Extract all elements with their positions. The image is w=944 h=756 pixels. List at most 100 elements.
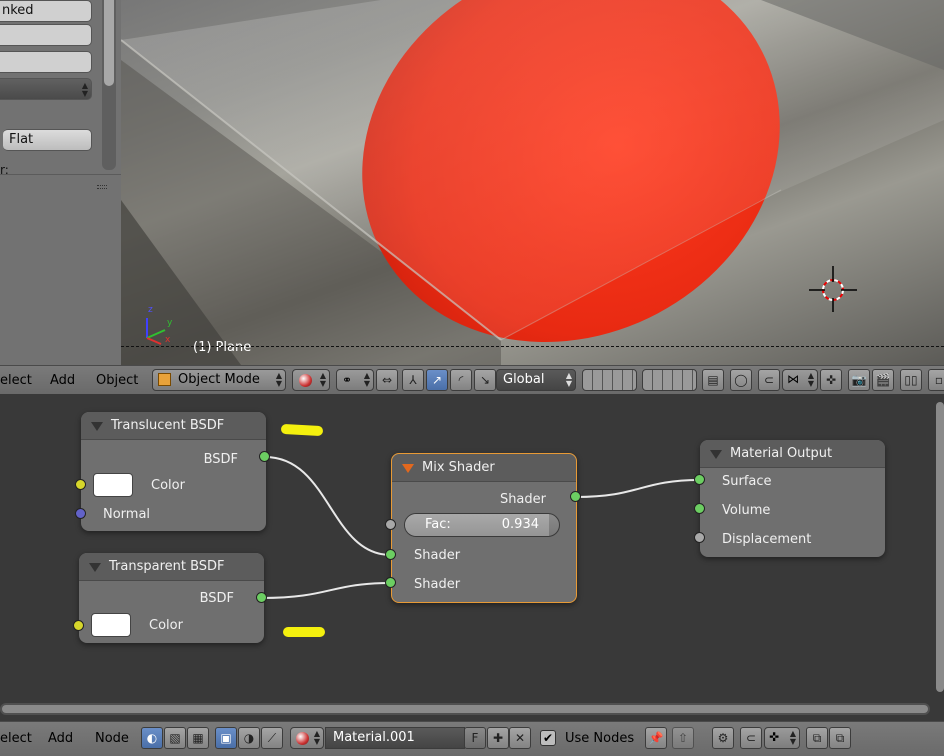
mode-selector[interactable]: Object Mode ▲ ▼ bbox=[152, 369, 286, 391]
input-socket-color[interactable] bbox=[75, 479, 86, 490]
material-sphere-icon bbox=[296, 732, 309, 745]
updown-icon: ▲ ▼ bbox=[565, 371, 572, 388]
input-socket-shader-1[interactable] bbox=[385, 549, 396, 560]
properties-field-3[interactable] bbox=[0, 51, 92, 73]
unlink-material-icon[interactable]: ✕ bbox=[509, 727, 531, 749]
node-header[interactable]: Translucent BSDF bbox=[81, 412, 266, 440]
menu-add[interactable]: Add bbox=[48, 731, 73, 746]
properties-dropdown[interactable]: ▲ ▼ bbox=[0, 78, 92, 100]
rotate-manipulator-icon[interactable]: ◜ bbox=[450, 369, 472, 391]
highlight-mark bbox=[283, 627, 325, 637]
proportional-edit-icon[interactable]: ◯ bbox=[730, 369, 752, 391]
pivot-point-selector[interactable]: ⚭ ▲ ▼ bbox=[336, 369, 374, 391]
properties-scrollbar-thumb[interactable] bbox=[104, 0, 114, 86]
snap-element-selector[interactable]: ✜ ▲ ▼ bbox=[764, 727, 800, 749]
node-header[interactable]: Transparent BSDF bbox=[79, 553, 264, 581]
material-output-node[interactable]: Material Output Surface Volume Displacem… bbox=[700, 440, 885, 557]
input-socket-color[interactable] bbox=[73, 620, 84, 631]
input-socket-volume[interactable] bbox=[694, 503, 705, 514]
input-socket-displacement[interactable] bbox=[694, 532, 705, 543]
translucent-bsdf-node[interactable]: Translucent BSDF BSDF Color Normal bbox=[81, 412, 266, 531]
input-socket-normal[interactable] bbox=[75, 508, 86, 519]
output-socket-bsdf[interactable] bbox=[256, 592, 267, 603]
collapse-icon[interactable] bbox=[710, 450, 722, 459]
translate-manipulator-icon[interactable]: ↗ bbox=[426, 369, 448, 391]
orientation-selector[interactable]: Global ▲ ▼ bbox=[496, 369, 576, 391]
output-socket-bsdf[interactable] bbox=[259, 451, 270, 462]
node-header[interactable]: Material Output bbox=[700, 440, 885, 468]
fac-slider[interactable]: Fac: 0.934 bbox=[404, 513, 560, 537]
texture-tree-icon[interactable]: ▦ bbox=[187, 727, 209, 749]
layer-lock-icon[interactable]: ▤ bbox=[702, 369, 724, 391]
3d-view-header: elect Add Object Object Mode ▲ ▼ ▲ ▼ ⚭ ▲ ▼ … bbox=[0, 365, 944, 394]
new-material-icon[interactable]: ✚ bbox=[487, 727, 509, 749]
paste-nodes-icon[interactable]: ⧉ bbox=[829, 727, 851, 749]
node-editor-hscrollbar-thumb[interactable] bbox=[2, 705, 928, 713]
collapse-icon[interactable] bbox=[91, 422, 103, 431]
backdrop-icon[interactable]: ⚙ bbox=[712, 727, 734, 749]
input-socket-surface[interactable] bbox=[694, 474, 705, 485]
panel-grip-icon[interactable] bbox=[97, 185, 107, 189]
shader-tree-icon[interactable]: ◐ bbox=[141, 727, 163, 749]
line-style-icon[interactable]: ⟋ bbox=[261, 727, 283, 749]
use-nodes-checkbox[interactable]: ✔ bbox=[540, 730, 556, 746]
properties-field-2[interactable] bbox=[0, 24, 92, 46]
transparent-bsdf-node[interactable]: Transparent BSDF BSDF Color bbox=[79, 553, 264, 643]
color-swatch[interactable] bbox=[91, 613, 131, 637]
collapse-icon[interactable] bbox=[402, 464, 414, 473]
overflow-icon[interactable]: ▫ bbox=[928, 369, 944, 391]
parent-node-tree-icon[interactable]: ⇧ bbox=[672, 727, 694, 749]
opengl-render-icon[interactable]: ▯▯ bbox=[900, 369, 922, 391]
copy-nodes-icon[interactable]: ⧉ bbox=[806, 727, 828, 749]
input-socket-fac[interactable] bbox=[385, 519, 396, 530]
node-editor-vscrollbar-thumb[interactable] bbox=[936, 402, 944, 692]
menu-node[interactable]: Node bbox=[95, 731, 129, 746]
world-shader-icon[interactable]: ◑ bbox=[238, 727, 260, 749]
snap-toggle-icon[interactable]: ⊂ bbox=[758, 369, 780, 391]
fake-user-button[interactable]: F bbox=[464, 727, 486, 749]
output-bsdf-label: BSDF bbox=[199, 591, 234, 606]
menu-object[interactable]: Object bbox=[96, 373, 138, 388]
properties-panel: nked ▲ ▼ Flat r: bbox=[0, 0, 121, 365]
node-editor-header: elect Add Node ◐ ▧ ▦ ▣ ◑ ⟋ ▲ ▼ Material.0… bbox=[0, 721, 944, 756]
snap-target-icon[interactable]: ✜ bbox=[820, 369, 842, 391]
node-header[interactable]: Mix Shader bbox=[392, 454, 576, 482]
flat-button[interactable]: Flat bbox=[3, 129, 92, 151]
output-socket-shader[interactable] bbox=[570, 491, 581, 502]
material-browse-selector[interactable]: ▲ ▼ bbox=[290, 727, 324, 749]
menu-add[interactable]: Add bbox=[50, 373, 75, 388]
output-bsdf-label: BSDF bbox=[203, 452, 238, 467]
output-shader-label: Shader bbox=[499, 492, 546, 507]
material-name-field[interactable]: Material.001 bbox=[325, 727, 465, 749]
snap-toggle-icon[interactable]: ⊂ bbox=[740, 727, 762, 749]
node-title: Mix Shader bbox=[422, 460, 495, 475]
updown-icon: ▲ ▼ bbox=[319, 371, 326, 388]
color-swatch[interactable] bbox=[93, 473, 133, 497]
menu-select[interactable]: elect bbox=[0, 731, 32, 746]
object-shader-icon[interactable]: ▣ bbox=[215, 727, 237, 749]
collapse-icon[interactable] bbox=[89, 563, 101, 572]
compositing-tree-icon[interactable]: ▧ bbox=[164, 727, 186, 749]
render-animation-icon[interactable]: 🎬 bbox=[872, 369, 894, 391]
shading-sphere-icon bbox=[299, 374, 312, 387]
viewport-shading-selector[interactable]: ▲ ▼ bbox=[292, 369, 330, 391]
3d-cursor-icon[interactable] bbox=[809, 266, 857, 312]
node-editor[interactable]: Translucent BSDF BSDF Color Normal Trans… bbox=[0, 394, 944, 721]
layer-buttons-2[interactable] bbox=[642, 369, 697, 391]
mix-shader-node[interactable]: Mix Shader Shader Fac: 0.934 Shader Shad… bbox=[391, 453, 577, 603]
input-surface-label: Surface bbox=[722, 474, 772, 489]
pin-icon[interactable]: 📌 bbox=[645, 727, 667, 749]
input-displacement-label: Displacement bbox=[722, 532, 812, 547]
input-socket-shader-2[interactable] bbox=[385, 577, 396, 588]
3d-viewport[interactable]: z y x (1) Plane bbox=[121, 0, 944, 365]
region-border bbox=[121, 346, 944, 347]
layer-buttons-1[interactable] bbox=[582, 369, 637, 391]
pivot-manipulate-icon[interactable]: ⇔ bbox=[376, 369, 398, 391]
scale-manipulator-icon[interactable]: ↘ bbox=[474, 369, 496, 391]
render-still-icon[interactable]: 📷 bbox=[848, 369, 870, 391]
properties-field-linked[interactable]: nked bbox=[0, 0, 92, 22]
updown-icon: ▲ ▼ bbox=[807, 371, 814, 388]
menu-select[interactable]: elect bbox=[0, 373, 32, 388]
transform-manipulator-icon[interactable]: ⅄ bbox=[402, 369, 424, 391]
snap-element-selector[interactable]: ⋈ ▲ ▼ bbox=[782, 369, 818, 391]
